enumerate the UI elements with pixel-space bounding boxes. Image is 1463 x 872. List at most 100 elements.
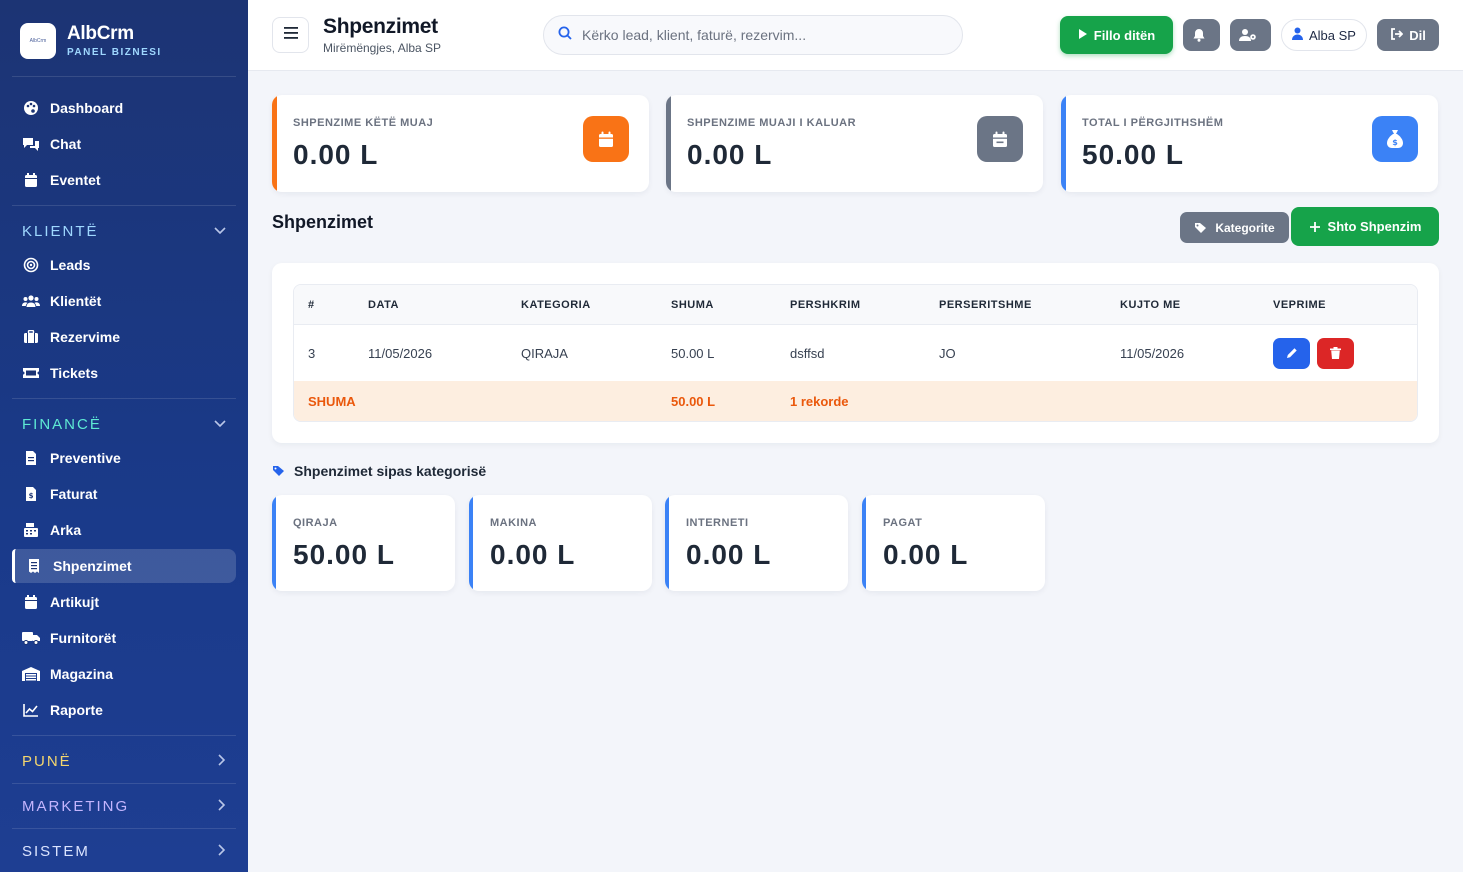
section-pune[interactable]: PUNË	[0, 744, 248, 778]
user-name: Alba SP	[1309, 27, 1356, 43]
sidebar-item-rezervime[interactable]: Rezervime	[12, 320, 236, 354]
stat-card-total: TOTAL I PËRGJITHSHËM 50.00 L $	[1061, 95, 1438, 192]
section-title: KLIENTË	[22, 222, 99, 240]
categories-label: Kategorite	[1215, 220, 1275, 235]
sidebar-item-label: Arka	[50, 522, 82, 538]
expenses-table-card: # DATA KATEGORIA SHUMA PERSHKRIM PERSERI…	[272, 263, 1439, 443]
categories-button[interactable]: Kategorite	[1180, 212, 1289, 243]
cell-description: dsffsd	[776, 325, 925, 381]
ticket-icon	[22, 364, 40, 382]
sidebar-item-label: Tickets	[50, 365, 98, 381]
table-header-row: # DATA KATEGORIA SHUMA PERSHKRIM PERSERI…	[294, 285, 1417, 325]
menu-toggle-button[interactable]	[272, 17, 309, 53]
summary-records: 1 rekorde	[776, 381, 1417, 421]
sidebar-item-tickets[interactable]: Tickets	[12, 356, 236, 390]
section-title: MARKETING	[22, 797, 130, 815]
edit-button[interactable]	[1273, 337, 1310, 369]
stat-value: 50.00 L	[1082, 139, 1184, 170]
chevron-right-icon	[218, 798, 226, 814]
user-profile-button[interactable]: Alba SP	[1281, 19, 1367, 51]
category-section-label: Shpenzimet sipas kategorisë	[294, 463, 487, 479]
logout-button[interactable]: Dil	[1377, 19, 1439, 51]
stat-value: 0.00 L	[293, 139, 379, 170]
sidebar-item-furnitoret[interactable]: Furnitorët	[12, 621, 236, 655]
sidebar-item-label: Raporte	[50, 702, 103, 718]
sidebar-item-label: Faturat	[50, 486, 98, 502]
sidebar-item-preventive[interactable]: Preventive	[12, 441, 236, 475]
stat-card-last-month: SHPENZIME MUAJI I KALUAR 0.00 L	[666, 95, 1043, 192]
section-title: PUNË	[22, 752, 72, 770]
category-value: 50.00 L	[293, 539, 395, 570]
stat-label: SHPENZIME MUAJI I KALUAR	[687, 117, 857, 129]
brand-subtitle: PANEL BIZNESI	[67, 47, 162, 58]
cell-category: QIRAJA	[507, 325, 657, 381]
sidebar-item-label: Preventive	[50, 450, 121, 466]
logout-label: Dil	[1409, 27, 1426, 43]
svg-text:$: $	[1392, 138, 1398, 147]
search-icon	[558, 26, 572, 45]
sidebar-item-faturat[interactable]: $ Faturat	[12, 477, 236, 511]
sidebar-item-chat[interactable]: Chat	[12, 127, 236, 161]
user-cog-icon	[1238, 28, 1263, 42]
column-header-amount[interactable]: SHUMA	[657, 285, 776, 325]
section-marketing[interactable]: MARKETING	[0, 789, 248, 823]
sidebar-item-dashboard[interactable]: Dashboard	[12, 91, 236, 125]
sidebar-item-shpenzimet[interactable]: Shpenzimet	[12, 549, 236, 583]
palette-icon	[22, 99, 40, 117]
chevron-right-icon	[218, 753, 226, 769]
team-button[interactable]	[1230, 19, 1271, 51]
sidebar-item-artikujt[interactable]: Artikujt	[12, 585, 236, 619]
section-title: SISTEM	[22, 842, 90, 860]
sidebar-item-label: Eventet	[50, 172, 101, 188]
sidebar-item-klientet[interactable]: Klientët	[12, 284, 236, 318]
column-header-category[interactable]: KATEGORIA	[507, 285, 657, 325]
category-card-qiraja: QIRAJA 50.00 L	[272, 495, 455, 591]
column-header-description[interactable]: PERSHKRIM	[776, 285, 925, 325]
brand[interactable]: AlbCrm AlbCrm PANEL BIZNESI	[12, 0, 236, 77]
column-header-id[interactable]: #	[294, 285, 354, 325]
start-day-label: Fillo ditën	[1093, 27, 1156, 43]
cell-remind: 11/05/2026	[1106, 325, 1259, 381]
truck-icon	[22, 629, 40, 647]
search-input[interactable]	[582, 27, 942, 43]
logout-icon	[1390, 27, 1409, 43]
chevron-right-icon	[218, 843, 226, 859]
page-title: Shpenzimet	[323, 15, 438, 38]
delete-button[interactable]	[1316, 337, 1354, 369]
stat-card-this-month: SHPENZIME KËTË MUAJ 0.00 L	[272, 95, 649, 192]
sidebar-item-magazina[interactable]: Magazina	[12, 657, 236, 691]
column-header-remind[interactable]: KUJTO ME	[1106, 285, 1259, 325]
start-day-button[interactable]: Fillo ditën	[1060, 16, 1173, 54]
chart-line-icon	[22, 701, 40, 719]
search-box	[543, 15, 963, 55]
section-klientet[interactable]: KLIENTË	[0, 214, 248, 248]
add-expense-button[interactable]: Shto Shpenzim	[1291, 207, 1439, 246]
section-sistem[interactable]: SISTEM	[0, 834, 248, 868]
sidebar-item-label: Rezervime	[50, 329, 121, 345]
chat-icon	[22, 135, 40, 153]
warehouse-icon	[22, 665, 40, 683]
section-title: FINANCË	[22, 415, 102, 433]
sidebar-item-leads[interactable]: Leads	[12, 248, 236, 282]
stat-label: TOTAL I PËRGJITHSHËM	[1082, 117, 1224, 129]
sidebar-item-arka[interactable]: Arka	[12, 513, 236, 547]
column-header-recurring[interactable]: PERSERITSHME	[925, 285, 1106, 325]
section-finance[interactable]: FINANCË	[0, 407, 248, 441]
main-content: SHPENZIME KËTË MUAJ 0.00 L SHPENZIME MUA…	[248, 71, 1463, 872]
receipt-icon	[25, 557, 43, 575]
column-header-date[interactable]: DATA	[354, 285, 507, 325]
hamburger-icon	[283, 26, 298, 44]
category-section-title: Shpenzimet sipas kategorisë	[272, 463, 486, 479]
sidebar-item-label: Leads	[50, 257, 91, 273]
plus-icon	[1309, 221, 1328, 233]
sidebar-item-raporte[interactable]: Raporte	[12, 693, 236, 727]
sidebar-item-eventet[interactable]: Eventet	[12, 163, 236, 197]
sidebar-item-label: Shpenzimet	[53, 558, 132, 574]
category-label: MAKINA	[490, 517, 537, 529]
sidebar-item-label: Artikujt	[50, 594, 99, 610]
cell-actions	[1259, 325, 1417, 381]
sidebar: AlbCrm AlbCrm PANEL BIZNESI Dashboard Ch…	[0, 0, 248, 872]
category-value: 0.00 L	[883, 539, 969, 570]
notifications-button[interactable]	[1183, 19, 1220, 51]
sidebar-item-label: Magazina	[50, 666, 114, 682]
